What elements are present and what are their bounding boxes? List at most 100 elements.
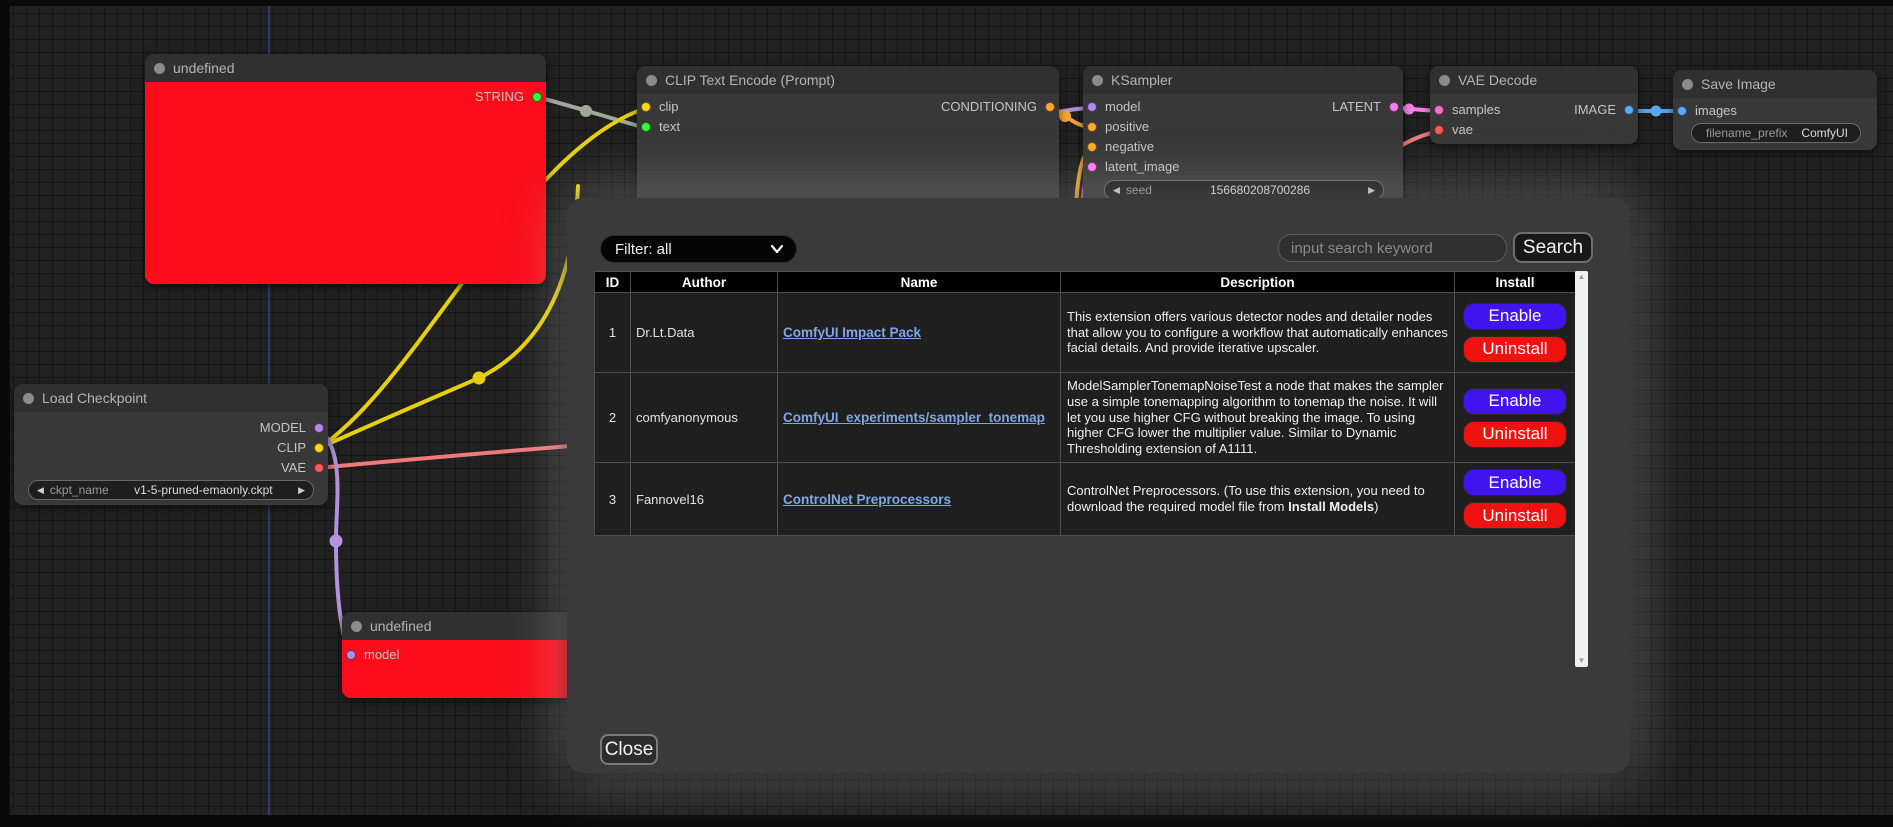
node-title-bar[interactable]: CLIP Text Encode (Prompt)	[637, 66, 1059, 94]
column-header-author: Author	[631, 272, 778, 293]
output-slot-string[interactable]	[532, 92, 542, 102]
search-button[interactable]: Search	[1513, 232, 1593, 263]
node-title-bar[interactable]: KSampler	[1083, 66, 1403, 94]
filter-dropdown[interactable]: Filter: all	[600, 235, 797, 263]
extensions-table-container: ID Author Name Description Install 1 Dr.…	[594, 271, 1588, 667]
output-slot-latent[interactable]	[1389, 102, 1399, 112]
node-collapse-dot-icon[interactable]	[1682, 79, 1693, 90]
widget-label: filename_prefix	[1706, 126, 1787, 140]
input-slot-model[interactable]	[1087, 102, 1097, 112]
input-slot-clip[interactable]	[641, 102, 651, 112]
output-label-image: IMAGE	[1574, 102, 1616, 117]
enable-button[interactable]: Enable	[1463, 469, 1567, 496]
output-label-model: MODEL	[260, 420, 306, 435]
node-load-checkpoint[interactable]: Load Checkpoint MODEL CLIP VAE ◀ ckpt_na…	[14, 384, 328, 505]
increment-arrow-icon[interactable]: ▶	[1368, 180, 1375, 200]
node-collapse-dot-icon[interactable]	[154, 63, 165, 74]
table-row: 1 Dr.Lt.Data ComfyUI Impact Pack This ex…	[595, 293, 1576, 373]
node-collapse-dot-icon[interactable]	[1092, 75, 1103, 86]
output-slot-conditioning[interactable]	[1045, 102, 1055, 112]
filename-prefix-widget[interactable]: filename_prefix ComfyUI	[1691, 123, 1861, 143]
input-slot-positive[interactable]	[1087, 122, 1097, 132]
decrement-arrow-icon[interactable]: ◀	[37, 480, 44, 500]
scroll-up-icon[interactable]: ▲	[1578, 271, 1586, 283]
extension-link[interactable]: ControlNet Preprocessors	[783, 492, 951, 507]
output-slot-model[interactable]	[314, 423, 324, 433]
node-title-bar[interactable]: Save Image	[1673, 70, 1877, 98]
input-label-vae: vae	[1452, 122, 1473, 137]
node-undefined-top[interactable]: undefined STRING	[145, 54, 546, 284]
seed-widget[interactable]: ◀ seed 156680208700286 ▶	[1104, 180, 1384, 200]
node-collapse-dot-icon[interactable]	[1439, 75, 1450, 86]
close-button[interactable]: Close	[600, 734, 658, 765]
node-save-image[interactable]: Save Image images filename_prefix ComfyU…	[1673, 70, 1877, 150]
widget-value: ComfyUI	[1801, 126, 1848, 140]
search-input[interactable]	[1278, 234, 1507, 262]
node-title-bar[interactable]: undefined	[145, 54, 546, 82]
extension-link[interactable]: ComfyUI_experiments/sampler_tonemap	[783, 410, 1045, 425]
table-header-row: ID Author Name Description Install	[595, 272, 1576, 293]
custom-nodes-manager-dialog: Filter: all Search ID Author Name Descri…	[567, 198, 1630, 773]
output-label-clip: CLIP	[277, 440, 306, 455]
uninstall-button[interactable]: Uninstall	[1463, 502, 1567, 529]
output-slot-vae[interactable]	[314, 463, 324, 473]
node-title-bar[interactable]: VAE Decode	[1430, 66, 1638, 94]
input-slot-model[interactable]	[346, 650, 356, 660]
node-title-bar[interactable]: Load Checkpoint	[14, 384, 328, 412]
node-title: KSampler	[1111, 72, 1172, 88]
enable-button[interactable]: Enable	[1463, 388, 1567, 415]
table-scrollbar[interactable]: ▲ ▼	[1575, 271, 1588, 667]
increment-arrow-icon[interactable]: ▶	[298, 480, 305, 500]
output-slot-image[interactable]	[1624, 105, 1634, 115]
input-label-model: model	[1105, 99, 1140, 114]
node-title: Save Image	[1701, 76, 1776, 92]
input-slot-samples[interactable]	[1434, 105, 1444, 115]
input-slot-latent-image[interactable]	[1087, 162, 1097, 172]
input-label-text: text	[659, 119, 680, 134]
cell-description: This extension offers various detector n…	[1061, 293, 1455, 373]
input-slot-vae[interactable]	[1434, 125, 1444, 135]
output-label-latent: LATENT	[1332, 99, 1381, 114]
node-collapse-dot-icon[interactable]	[23, 393, 34, 404]
input-label-clip: clip	[659, 99, 679, 114]
uninstall-button[interactable]: Uninstall	[1463, 336, 1567, 363]
table-row: 2 comfyanonymous ComfyUI_experiments/sam…	[595, 373, 1576, 463]
input-slot-negative[interactable]	[1087, 142, 1097, 152]
uninstall-button[interactable]: Uninstall	[1463, 421, 1567, 448]
node-collapse-dot-icon[interactable]	[646, 75, 657, 86]
canvas-edge	[0, 0, 10, 827]
node-title: VAE Decode	[1458, 72, 1537, 88]
output-label-vae: VAE	[281, 460, 306, 475]
cell-id: 1	[595, 293, 631, 373]
cell-author: comfyanonymous	[631, 373, 778, 463]
cell-description: ControlNet Preprocessors. (To use this e…	[1061, 463, 1455, 536]
cell-id: 2	[595, 373, 631, 463]
canvas-edge	[0, 0, 1893, 6]
cell-author: Fannovel16	[631, 463, 778, 536]
cell-author: Dr.Lt.Data	[631, 293, 778, 373]
cell-id: 3	[595, 463, 631, 536]
column-header-id: ID	[595, 272, 631, 293]
decrement-arrow-icon[interactable]: ◀	[1113, 180, 1120, 200]
column-header-description: Description	[1061, 272, 1455, 293]
input-label-latent-image: latent_image	[1105, 159, 1179, 174]
enable-button[interactable]: Enable	[1463, 303, 1567, 330]
column-header-install: Install	[1455, 272, 1576, 293]
extensions-table: ID Author Name Description Install 1 Dr.…	[594, 271, 1576, 536]
output-slot-clip[interactable]	[314, 443, 324, 453]
scroll-down-icon[interactable]: ▼	[1578, 655, 1586, 667]
node-title: CLIP Text Encode (Prompt)	[665, 72, 835, 88]
widget-label: ckpt_name	[50, 483, 109, 497]
cell-description: ModelSamplerTonemapNoiseTest a node that…	[1061, 373, 1455, 463]
input-label-negative: negative	[1105, 139, 1154, 154]
node-collapse-dot-icon[interactable]	[351, 621, 362, 632]
input-slot-images[interactable]	[1677, 106, 1687, 116]
output-label-conditioning: CONDITIONING	[941, 99, 1037, 114]
input-slot-text[interactable]	[641, 122, 651, 132]
node-ksampler[interactable]: KSampler model positive negative latent_…	[1083, 66, 1403, 211]
column-header-name: Name	[778, 272, 1061, 293]
node-vae-decode[interactable]: VAE Decode samples vae IMAGE	[1430, 66, 1638, 144]
ckpt-name-widget[interactable]: ◀ ckpt_name v1-5-pruned-emaonly.ckpt ▶	[28, 480, 314, 500]
extension-link[interactable]: ComfyUI Impact Pack	[783, 325, 921, 340]
input-label-positive: positive	[1105, 119, 1149, 134]
